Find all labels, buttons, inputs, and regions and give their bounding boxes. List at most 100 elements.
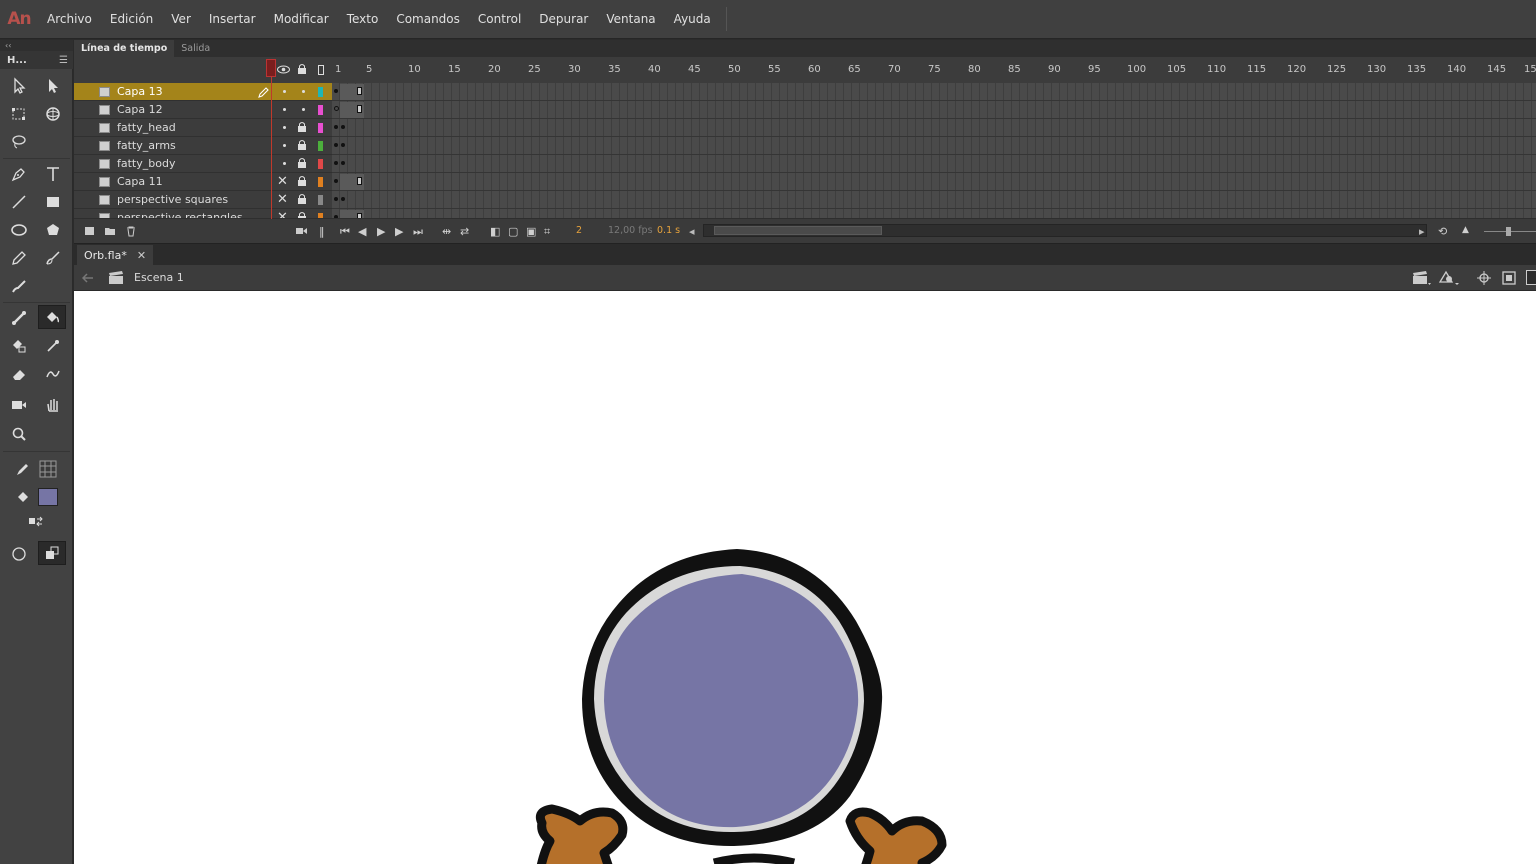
stroke-color-icon[interactable] — [9, 457, 37, 481]
modify-markers-icon[interactable]: ⌗ — [544, 225, 550, 239]
layer-row[interactable]: fatty_body — [74, 155, 332, 173]
clip-content-icon[interactable] — [1502, 271, 1516, 285]
layer-name[interactable]: Capa 12 — [117, 103, 163, 116]
polystar-tool-icon[interactable] — [39, 218, 67, 242]
playhead[interactable] — [266, 59, 276, 77]
back-arrow-icon[interactable] — [82, 273, 94, 283]
brush-tool-icon[interactable] — [5, 274, 33, 298]
keyframe[interactable] — [341, 197, 345, 201]
free-transform-tool-icon[interactable] — [5, 102, 33, 126]
keyframe[interactable] — [334, 197, 338, 201]
keyframe[interactable] — [334, 106, 339, 111]
layer-color-outline[interactable] — [318, 159, 323, 169]
eraser-tool-icon[interactable] — [5, 362, 33, 386]
keyframe[interactable] — [341, 161, 345, 165]
visibility-dot[interactable] — [283, 144, 286, 147]
lock-icon[interactable] — [297, 211, 307, 218]
lock-icon[interactable] — [297, 121, 307, 133]
center-stage-icon[interactable] — [1477, 271, 1491, 285]
menu-ver[interactable]: Ver — [162, 0, 200, 39]
lock-icon[interactable] — [297, 139, 307, 151]
layer-row[interactable]: fatty_arms — [74, 137, 332, 155]
rectangle-tool-icon[interactable] — [39, 190, 67, 214]
end-frame-marker[interactable] — [357, 105, 362, 113]
pencil-tool-icon[interactable] — [5, 246, 33, 270]
zoom-tool-icon[interactable] — [5, 422, 33, 446]
document-tab[interactable]: Orb.fla* ✕ — [77, 245, 154, 266]
line-tool-icon[interactable] — [5, 190, 33, 214]
hidden-x-icon[interactable]: ✕ — [277, 174, 288, 189]
timeline-zoom-slider-thumb[interactable] — [1506, 227, 1511, 236]
oval-tool-icon[interactable] — [5, 218, 33, 242]
layer-name[interactable]: fatty_head — [117, 121, 176, 134]
close-icon[interactable]: ✕ — [137, 249, 146, 262]
keyframe[interactable] — [334, 125, 338, 129]
hidden-x-icon[interactable]: ✕ — [277, 192, 288, 207]
menu-modificar[interactable]: Modificar — [265, 0, 338, 39]
keyframe[interactable] — [334, 179, 338, 183]
frame-row[interactable] — [332, 191, 1536, 209]
edit-symbols-icon[interactable] — [1438, 270, 1460, 286]
fit-timeline-icon[interactable]: ⟲ — [1438, 225, 1447, 238]
new-folder-icon[interactable] — [104, 225, 116, 237]
stage[interactable] — [74, 291, 1536, 864]
frame-row[interactable] — [332, 137, 1536, 155]
menu-texto[interactable]: Texto — [338, 0, 388, 39]
layer-row[interactable]: perspective rectangles ✕ — [74, 209, 332, 218]
tab-output[interactable]: Salida — [174, 40, 217, 57]
layer-color-outline[interactable] — [318, 87, 323, 97]
scene-label[interactable]: Escena 1 — [134, 271, 184, 284]
layer-color-outline[interactable] — [318, 141, 323, 151]
layer-row[interactable]: Capa 11 ✕ — [74, 173, 332, 191]
menu-insertar[interactable]: Insertar — [200, 0, 265, 39]
frame-row[interactable] — [332, 173, 1536, 191]
visibility-dot[interactable] — [283, 108, 286, 111]
end-frame-marker[interactable] — [357, 177, 362, 185]
layer-name[interactable]: perspective squares — [117, 193, 228, 206]
keyframe[interactable] — [341, 125, 345, 129]
layer-row[interactable]: Capa 13 — [74, 83, 332, 101]
scroll-left-icon[interactable]: ◂ — [689, 225, 695, 238]
keyframe[interactable] — [341, 143, 345, 147]
layer-name[interactable]: Capa 13 — [117, 85, 163, 98]
paint-brush-tool-icon[interactable] — [39, 246, 67, 270]
elapsed-time[interactable]: 0.1 s — [657, 225, 680, 236]
menu-archivo[interactable]: Archivo — [38, 0, 101, 39]
layer-color-outline[interactable] — [318, 177, 323, 187]
menu-ventana[interactable]: Ventana — [597, 0, 664, 39]
snap-to-objects-icon[interactable] — [38, 541, 66, 565]
zoom-level-field[interactable] — [1526, 270, 1536, 285]
zoom-out-icon[interactable]: ▲ — [1462, 225, 1469, 235]
last-frame-icon[interactable]: ⏭ — [413, 225, 423, 239]
lock-icon[interactable] — [297, 193, 307, 205]
frame-row[interactable] — [332, 119, 1536, 137]
lock-all-icon[interactable] — [297, 63, 307, 75]
menu-comandos[interactable]: Comandos — [387, 0, 469, 39]
keyframe[interactable] — [334, 161, 338, 165]
lock-dot[interactable] — [302, 90, 305, 93]
first-frame-icon[interactable]: ⏮ — [340, 225, 350, 239]
layer-row[interactable]: Capa 12 — [74, 101, 332, 119]
timeline-scrollbar[interactable] — [703, 224, 1427, 237]
fill-color-swatch[interactable] — [38, 488, 58, 506]
hand-tool-icon[interactable] — [39, 393, 67, 417]
width-tool-icon[interactable] — [39, 362, 67, 386]
layer-name[interactable]: fatty_arms — [117, 139, 176, 152]
loop-icon[interactable]: ⇄ — [460, 225, 469, 238]
text-tool-icon[interactable] — [39, 162, 67, 186]
visibility-dot[interactable] — [283, 90, 286, 93]
camera-tool-icon[interactable] — [5, 393, 33, 417]
paint-bucket-tool-icon[interactable] — [38, 305, 66, 329]
ink-bottle-tool-icon[interactable] — [5, 334, 33, 358]
layer-color-outline[interactable] — [318, 195, 323, 205]
frame-row[interactable] — [332, 83, 1536, 101]
frame-row[interactable] — [332, 209, 1536, 218]
visibility-dot[interactable] — [283, 126, 286, 129]
eyedropper-tool-icon[interactable] — [39, 334, 67, 358]
onion-skin-icon[interactable]: ◧ — [490, 225, 500, 238]
frame-ruler[interactable]: 1 5 10 15 20 25 30 35 40 45 50 55 60 65 70 75 80 85 90 95 10… — [332, 57, 1536, 83]
lock-icon[interactable] — [297, 157, 307, 169]
layer-row[interactable]: fatty_head — [74, 119, 332, 137]
lock-icon[interactable] — [297, 175, 307, 187]
layer-name[interactable]: fatty_body — [117, 157, 175, 170]
